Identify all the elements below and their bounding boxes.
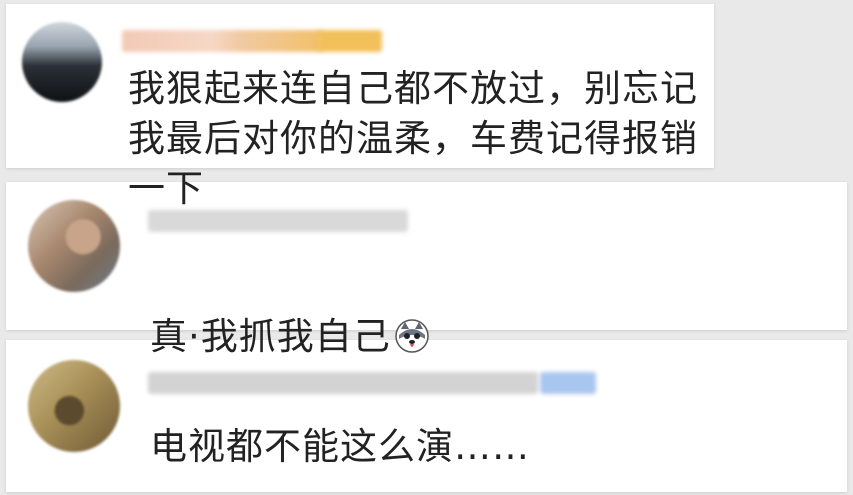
comment-text: 我狠起来连自己都不放过，别忘记我最后对你的温柔，车费记得报销一下 — [128, 67, 698, 210]
avatar[interactable] — [28, 360, 120, 452]
comment-text-row: 真·我抓我自己 — [150, 262, 429, 362]
user-badge-blurred — [540, 372, 596, 394]
username-blurred[interactable] — [148, 372, 538, 394]
avatar[interactable] — [22, 22, 102, 102]
user-badge-blurred — [318, 30, 382, 52]
husky-face-emoji-icon — [395, 319, 429, 353]
username-blurred[interactable] — [122, 30, 322, 52]
comment-text: 电视都不能这么演…… — [150, 425, 530, 468]
comment-text: 真·我抓我自己 — [150, 315, 391, 358]
avatar[interactable] — [28, 200, 120, 292]
username-blurred[interactable] — [148, 210, 408, 232]
